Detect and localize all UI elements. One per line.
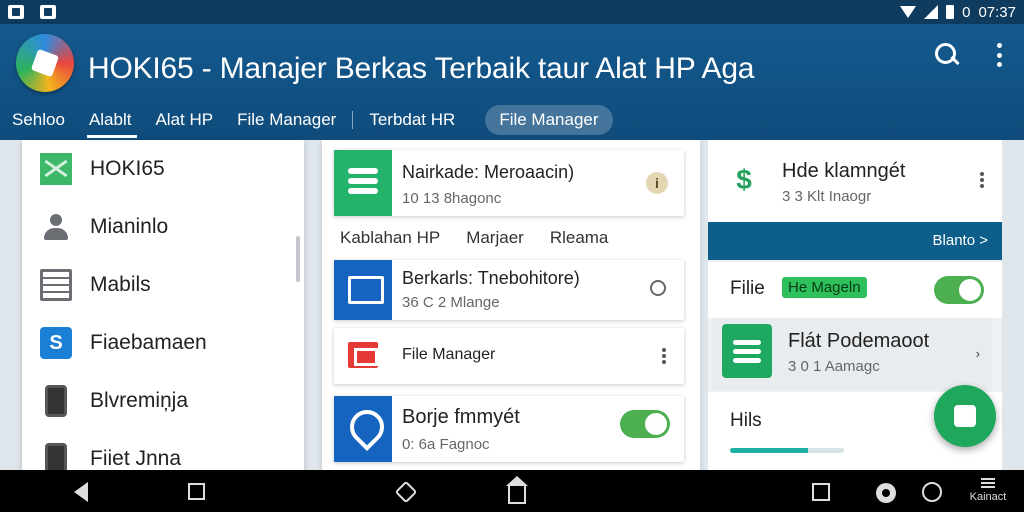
progress-label: Hils: [730, 410, 762, 431]
floating-action-button[interactable]: [934, 385, 996, 447]
card-title: Borje fmmyét: [402, 406, 520, 428]
list-item[interactable]: Berkarls: Tnebohitore) 36 C 2 Mlange: [334, 260, 684, 320]
tab-terbdat-hr[interactable]: Terbdat HR: [357, 100, 467, 140]
document-icon: [334, 150, 392, 216]
setting-label: Filie: [730, 278, 765, 299]
progress-fill: [730, 448, 808, 453]
toggle-switch[interactable]: [620, 410, 670, 438]
eye-icon[interactable]: [876, 483, 896, 503]
folder-window-icon: [334, 260, 392, 320]
card-subtitle: 10 13 8hagonc: [402, 190, 502, 207]
tab-file-manager-chip[interactable]: File Manager: [485, 105, 613, 135]
list-item[interactable]: File Manager: [334, 328, 684, 384]
phone-icon: [45, 443, 67, 470]
section-link[interactable]: Blanto >: [708, 222, 1002, 260]
tab-sehloo[interactable]: Sehloo: [0, 100, 77, 140]
right-header[interactable]: $ Hde klamngét 3 3 Klt Inaogr: [708, 140, 1002, 222]
navigation-drawer: HOKI65 Mianinlo Mabils S Fiaebamaen Blvr…: [22, 140, 304, 470]
sub-tab-marjaer[interactable]: Marjaer: [466, 228, 524, 248]
tab-divider: [352, 111, 354, 129]
files-icon[interactable]: [812, 483, 830, 501]
status-time: 07:37: [978, 3, 1016, 21]
app-bar: HOKI65 - Manajer Berkas Terbaik taur Ala…: [0, 24, 1024, 140]
more-icon[interactable]: [980, 172, 984, 188]
tab-alablt[interactable]: Alablt: [77, 100, 144, 140]
drawer-item-mabils[interactable]: Mabils: [22, 256, 304, 314]
drawer-item-label: Fiaebamaen: [90, 331, 207, 354]
drawer-item-label: HOKI65: [90, 157, 165, 180]
rotate-icon[interactable]: [394, 480, 418, 504]
home-icon[interactable]: [506, 476, 528, 504]
card-subtitle: 36 C 2 Mlange: [402, 294, 500, 311]
drawer-item-label: Fiiet Jnna: [90, 447, 182, 470]
phone-icon: [45, 385, 67, 417]
card-title: Nairkade: Meroaacin): [402, 162, 575, 182]
right-header-subtitle: 3 3 Klt Inaogr: [782, 188, 872, 205]
drawer-item-label: Mabils: [90, 273, 151, 296]
battery-label: 0: [962, 3, 971, 21]
app-icon: S: [40, 327, 72, 359]
drawer-item-hoki65[interactable]: HOKI65: [22, 140, 304, 198]
battery-icon: [946, 5, 955, 19]
chevron-right-icon[interactable]: ›: [976, 346, 980, 361]
app-logo: [16, 34, 74, 92]
document-icon: [722, 324, 772, 378]
overflow-menu-icon[interactable]: [996, 43, 1002, 67]
list-item[interactable]: Nairkade: Meroaacin) 10 13 8hagonc i: [334, 150, 684, 216]
location-pin-icon: [334, 396, 392, 462]
card-subtitle: 0: 6a Fagnoc: [402, 436, 490, 453]
notification-icon: [8, 5, 24, 19]
dollar-icon: $: [736, 164, 752, 195]
status-badge: He Mageln: [782, 277, 867, 298]
app-title: HOKI65 - Manajer Berkas Terbaik taur Ala…: [88, 52, 755, 85]
menu-label: Kainact: [969, 491, 1007, 503]
status-bar: 0 07:37: [0, 0, 1024, 24]
setting-row[interactable]: Filie He Mageln: [708, 262, 1002, 318]
drawer-item-label: Mianinlo: [90, 215, 169, 238]
progress-bar: [730, 448, 844, 453]
card-title: File Manager: [402, 346, 496, 363]
menu-icon: [981, 478, 995, 488]
gallery-notification-icon: [40, 5, 56, 19]
sub-tab-rleama[interactable]: Rleama: [550, 228, 609, 248]
drawer-item-label: Blvremiņja: [90, 389, 189, 412]
cloud-icon[interactable]: [922, 482, 942, 502]
signal-icon: [924, 5, 939, 19]
wifi-icon: [900, 6, 917, 18]
tab-alat-hp[interactable]: Alat HP: [143, 100, 225, 140]
more-icon[interactable]: [662, 348, 666, 364]
drawer-item-mianinlo[interactable]: Mianinlo: [22, 198, 304, 256]
recent-apps-icon[interactable]: [188, 483, 205, 500]
card-subtitle: 3 0 1 Aamagc: [788, 358, 880, 375]
drawer-scrollbar[interactable]: [296, 236, 300, 282]
menu-button[interactable]: Kainact: [968, 478, 1008, 506]
drawer-item-blvreminja[interactable]: Blvremiņja: [22, 372, 304, 430]
list-item[interactable]: Flát Podemaoot 3 0 1 Aamagc ›: [712, 318, 992, 390]
sub-tab-bar: Kablahan HP Marjaer Rleama: [340, 228, 608, 248]
file-manager-icon: [334, 328, 392, 384]
middle-panel: Nairkade: Meroaacin) 10 13 8hagonc i Kab…: [322, 140, 700, 470]
back-icon[interactable]: [74, 482, 88, 502]
system-nav-bar: Kainact: [0, 470, 1024, 512]
list-icon: [40, 269, 72, 301]
list-item[interactable]: Borje fmmyét 0: 6a Fagnoc: [334, 396, 684, 462]
info-icon[interactable]: i: [646, 172, 668, 194]
search-icon[interactable]: [934, 42, 960, 68]
tab-file-manager[interactable]: File Manager: [225, 100, 348, 140]
card-title: Flát Podemaoot: [788, 330, 930, 352]
toggle-switch[interactable]: [934, 276, 984, 304]
drawer-item-fiiet-jnna[interactable]: Fiiet Jnna: [22, 430, 304, 470]
mail-icon: [40, 153, 72, 185]
tab-bar: Sehloo Alablt Alat HP File Manager Terbd…: [0, 100, 613, 140]
person-icon: [40, 211, 72, 243]
card-title: Berkarls: Tnebohitore): [402, 268, 580, 288]
share-icon[interactable]: [650, 280, 666, 296]
right-header-title: Hde klamngét: [782, 160, 906, 182]
sub-tab-kablahan-hp[interactable]: Kablahan HP: [340, 228, 440, 248]
drawer-item-fiaebamaen[interactable]: S Fiaebamaen: [22, 314, 304, 372]
